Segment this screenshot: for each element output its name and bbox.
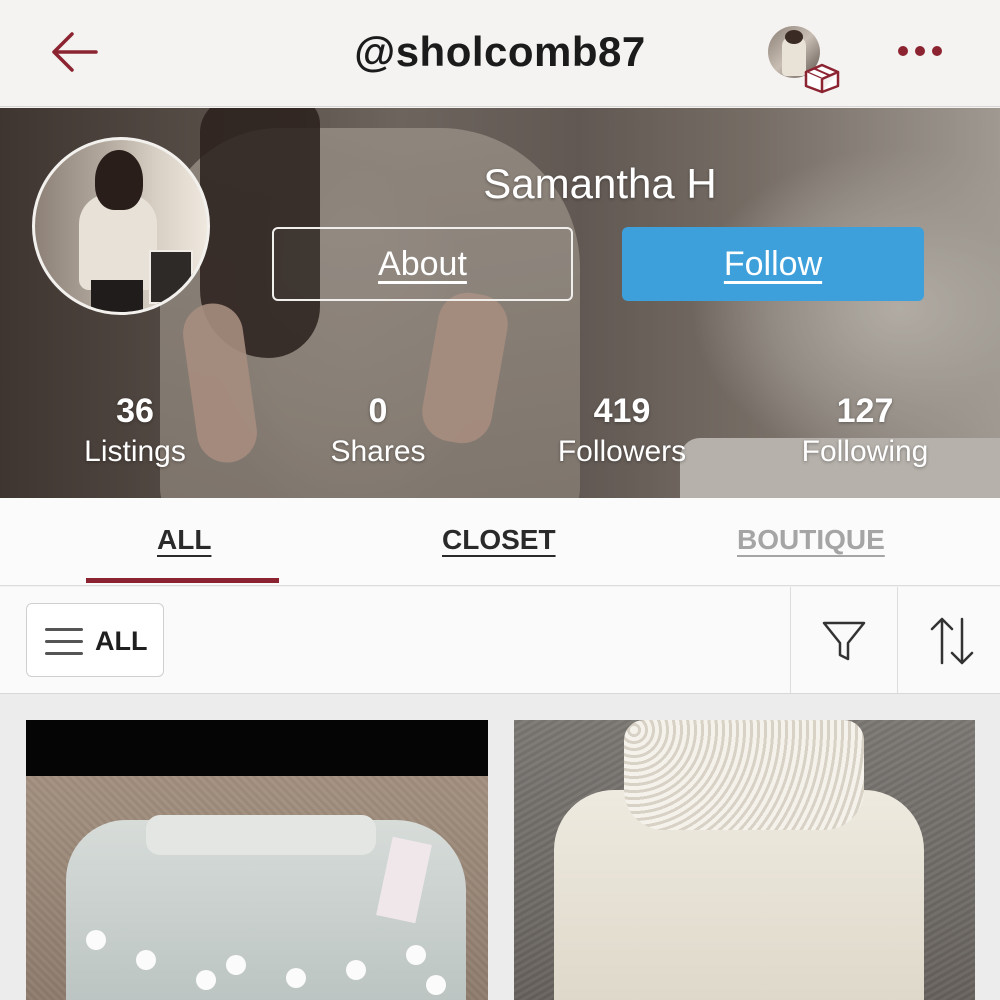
top-bar: @sholcomb87 (0, 0, 1000, 107)
active-tab-indicator (86, 578, 279, 583)
more-icon[interactable] (896, 40, 944, 64)
stat-following[interactable]: 127 Following (765, 392, 965, 469)
category-dropdown-label: ALL (95, 626, 148, 656)
divider (790, 587, 791, 693)
sort-arrows-icon[interactable] (926, 613, 978, 669)
stat-label: Shares (330, 435, 426, 468)
stat-followers[interactable]: 419 Followers (522, 392, 722, 469)
filter-funnel-icon[interactable] (818, 615, 870, 667)
page-title: @sholcomb87 (354, 28, 646, 75)
about-button[interactable]: About (272, 227, 573, 301)
tab-all[interactable]: ALL (157, 524, 211, 556)
profile-avatar[interactable] (32, 137, 210, 315)
stat-shares[interactable]: 0 Shares (278, 392, 478, 469)
listing-card[interactable] (26, 720, 488, 1000)
listing-card[interactable] (514, 720, 975, 1000)
stat-value: 127 (836, 392, 894, 430)
stat-label: Followers (557, 435, 687, 468)
box-icon[interactable] (802, 62, 842, 94)
stat-listings[interactable]: 36 Listings (35, 392, 235, 469)
profile-display-name: Samantha H (483, 160, 717, 207)
divider (897, 587, 898, 693)
stat-label: Following (801, 435, 929, 468)
stat-value: 0 (368, 392, 388, 430)
hamburger-menu-icon (45, 628, 83, 656)
closet-tabs: ALL CLOSET BOUTIQUE (0, 498, 1000, 586)
stat-label: Listings (84, 435, 186, 468)
stat-value: 419 (593, 392, 651, 430)
category-dropdown[interactable]: ALL (26, 603, 164, 677)
filter-bar: ALL (0, 587, 1000, 694)
stat-value: 36 (116, 392, 154, 430)
follow-button[interactable]: Follow (622, 227, 924, 301)
tab-boutique[interactable]: BOUTIQUE (737, 524, 885, 556)
tab-closet[interactable]: CLOSET (442, 524, 556, 556)
